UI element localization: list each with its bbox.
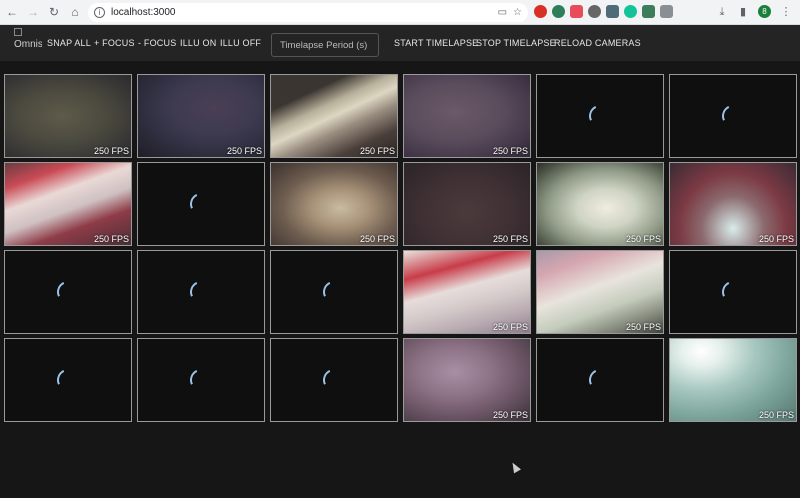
reload-cameras-button[interactable]: RELOAD CAMERAS — [554, 38, 641, 48]
camera-tile[interactable]: 250 FPS — [536, 162, 664, 246]
camera-tile[interactable]: 250 FPS — [403, 338, 531, 422]
timelapse-period-input[interactable]: Timelapse Period (s) — [271, 33, 379, 57]
reload-icon[interactable]: ↻ — [45, 3, 63, 21]
focus-plus-button[interactable]: + FOCUS — [94, 38, 135, 48]
extension-pocket-icon[interactable] — [570, 5, 583, 18]
camera-tile[interactable]: 250 FPS — [270, 74, 398, 158]
app-toolbar: Omnisc SNAP ALL + FOCUS - FOCUS ILLU ON … — [0, 25, 800, 61]
home-icon[interactable]: ⌂ — [66, 3, 84, 21]
extensions-puzzle-icon[interactable] — [660, 5, 673, 18]
forward-icon[interactable]: → — [24, 3, 42, 21]
fps-label: 250 FPS — [625, 234, 661, 244]
illumination-off-button[interactable]: ILLU OFF — [220, 38, 261, 48]
fps-label: 250 FPS — [625, 322, 661, 332]
camera-tile[interactable] — [137, 250, 265, 334]
menu-kebab-icon[interactable]: ⋮ — [780, 5, 792, 18]
extensions-area — [534, 5, 673, 18]
address-bar[interactable]: i localhost:3000 ▭ ☆ — [88, 3, 528, 22]
camera-tile[interactable] — [4, 338, 132, 422]
logo-image: Omnisc — [14, 28, 42, 52]
camera-tile[interactable] — [669, 74, 797, 158]
stop-timelapse-button[interactable]: STOP TIMELAPSE — [476, 38, 556, 48]
camera-tile[interactable]: 250 FPS — [536, 250, 664, 334]
camera-tile[interactable]: 250 FPS — [403, 250, 531, 334]
fps-label: 250 FPS — [492, 322, 528, 332]
camera-tile[interactable] — [270, 338, 398, 422]
fps-label: 250 FPS — [359, 234, 395, 244]
fps-label: 250 FPS — [492, 410, 528, 420]
cast-icon[interactable]: ▭ — [498, 7, 507, 18]
profile-avatar[interactable]: 8 — [758, 5, 771, 18]
camera-tile[interactable] — [669, 250, 797, 334]
url-text: localhost:3000 — [111, 7, 176, 18]
camera-tile[interactable]: 250 FPS — [669, 338, 797, 422]
loading-spinner-icon — [53, 365, 83, 395]
loading-spinner-icon — [718, 277, 748, 307]
extension-green-icon[interactable] — [552, 5, 565, 18]
fps-label: 250 FPS — [226, 146, 262, 156]
loading-spinner-icon — [319, 277, 349, 307]
logo-alt-text: Omnisc — [14, 39, 42, 50]
fps-label: 250 FPS — [93, 234, 129, 244]
loading-spinner-icon — [186, 365, 216, 395]
illumination-on-button[interactable]: ILLU ON — [180, 38, 216, 48]
camera-tile[interactable] — [270, 250, 398, 334]
back-icon[interactable]: ← — [3, 3, 21, 21]
loading-spinner-icon — [585, 101, 615, 131]
site-info-icon[interactable]: i — [94, 7, 105, 18]
extension-search-icon[interactable] — [588, 5, 601, 18]
browser-toolbar: ← → ↻ ⌂ i localhost:3000 ▭ ☆ ⤓ ▮ 8 ⋮ — [0, 0, 800, 25]
extension-red-icon[interactable] — [534, 5, 547, 18]
mouse-cursor — [509, 460, 521, 474]
camera-tile[interactable]: 250 FPS — [403, 162, 531, 246]
camera-tile[interactable] — [137, 338, 265, 422]
camera-tile[interactable]: 250 FPS — [403, 74, 531, 158]
bookmark-star-icon[interactable]: ☆ — [513, 7, 522, 18]
extension-grammarly-icon[interactable] — [624, 5, 637, 18]
loading-spinner-icon — [718, 101, 748, 131]
loading-spinner-icon — [53, 277, 83, 307]
extension-box-icon[interactable] — [606, 5, 619, 18]
loading-spinner-icon — [186, 189, 216, 219]
focus-minus-button[interactable]: - FOCUS — [138, 38, 176, 48]
camera-tile[interactable] — [536, 74, 664, 158]
camera-tile[interactable]: 250 FPS — [4, 74, 132, 158]
camera-tile[interactable]: 250 FPS — [4, 162, 132, 246]
camera-tile[interactable] — [536, 338, 664, 422]
snap-all-button[interactable]: SNAP ALL — [47, 38, 91, 48]
fps-label: 250 FPS — [93, 146, 129, 156]
camera-tile[interactable]: 250 FPS — [270, 162, 398, 246]
fps-label: 250 FPS — [492, 146, 528, 156]
loading-spinner-icon — [585, 365, 615, 395]
side-panel-icon[interactable]: ▮ — [737, 5, 749, 18]
fps-label: 250 FPS — [492, 234, 528, 244]
extension-screenshot-icon[interactable] — [642, 5, 655, 18]
download-icon[interactable]: ⤓ — [716, 5, 728, 18]
camera-tile[interactable]: 250 FPS — [137, 74, 265, 158]
loading-spinner-icon — [319, 365, 349, 395]
camera-tile[interactable]: 250 FPS — [669, 162, 797, 246]
broken-image-icon — [14, 28, 22, 36]
start-timelapse-button[interactable]: START TIMELAPSE — [394, 38, 478, 48]
timelapse-placeholder: Timelapse Period (s) — [280, 39, 368, 51]
camera-tile[interactable] — [4, 250, 132, 334]
fps-label: 250 FPS — [758, 234, 794, 244]
camera-tile[interactable] — [137, 162, 265, 246]
loading-spinner-icon — [186, 277, 216, 307]
fps-label: 250 FPS — [758, 410, 794, 420]
fps-label: 250 FPS — [359, 146, 395, 156]
